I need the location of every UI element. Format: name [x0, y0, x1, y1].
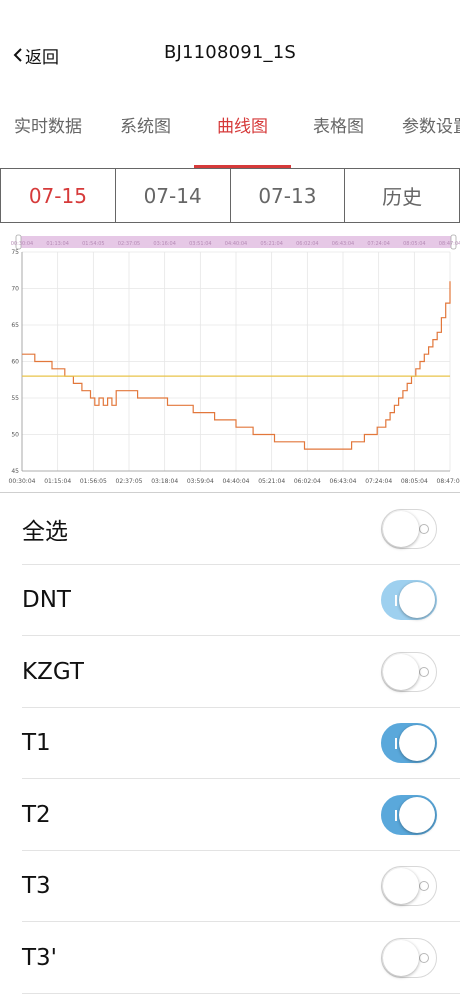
y-tick-label: 45 [11, 468, 19, 475]
tab-system-diagram[interactable]: 系统图 [120, 112, 171, 137]
x-tick-label: 05:21:04 [258, 478, 285, 485]
t3-prime-switch[interactable] [381, 937, 437, 978]
zoom-tick-label: 01:54:05 [82, 241, 104, 247]
switch-knob [399, 582, 435, 619]
switch-knob [399, 725, 435, 762]
x-tick-label: 03:18:04 [151, 478, 178, 485]
switch-knob [383, 510, 419, 547]
zoom-tick-label: 04:40:04 [225, 241, 247, 247]
date-selector: 07-15 07-14 07-13 历史 [0, 168, 460, 223]
on-indicator-icon [395, 738, 397, 750]
y-tick-label: 50 [11, 432, 19, 439]
nav-bar: 返回 BJ1108091_1S [0, 0, 460, 100]
switch-knob [383, 939, 419, 976]
toggle-row-kzgt: KZGT [0, 636, 460, 708]
tab-realtime-data[interactable]: 实时数据 [14, 112, 82, 137]
on-indicator-icon [395, 809, 397, 821]
zoom-tick-label: 03:16:04 [153, 241, 175, 247]
toggle-label: KZGT [22, 658, 84, 685]
tab-parameter-settings[interactable]: 参数设置 [402, 112, 460, 137]
date-option-07-15[interactable]: 07-15 [1, 169, 115, 222]
y-tick-label: 60 [11, 359, 19, 366]
x-tick-label: 08:05:04 [401, 478, 428, 485]
date-option-07-13[interactable]: 07-13 [229, 169, 345, 222]
dnt-switch[interactable] [381, 580, 437, 621]
x-tick-label: 08:47:04 [437, 478, 460, 485]
t3-switch[interactable] [381, 866, 437, 907]
x-tick-label: 00:30:04 [9, 478, 36, 485]
toggle-label: T3 [22, 873, 51, 900]
x-tick-label: 03:59:04 [187, 478, 214, 485]
switch-knob [383, 868, 419, 905]
series-toggle-list: 全选 DNT KZGT T1 T2 T3 T3' [0, 492, 460, 996]
y-tick-label: 70 [11, 286, 19, 293]
select-all-switch[interactable] [381, 508, 437, 549]
off-indicator-icon [419, 666, 429, 677]
y-tick-label: 55 [11, 395, 19, 402]
date-option-history[interactable]: 历史 [344, 169, 459, 222]
toggle-row-select-all: 全选 [0, 493, 460, 565]
zoom-tick-label: 00:30:04 [11, 241, 33, 247]
tab-bar: 实时数据 系统图 曲线图 表格图 参数设置 [0, 100, 460, 168]
toggle-label: T2 [22, 801, 51, 828]
x-tick-label: 02:37:05 [116, 478, 143, 485]
toggle-row-dnt: DNT [0, 565, 460, 636]
toggle-row-t2: T2 [0, 779, 460, 851]
line-chart: 00:30:04 01:13:04 01:54:05 02:37:05 03:16:04… [0, 228, 460, 490]
off-indicator-icon [419, 523, 429, 534]
x-tick-label: 01:56:05 [80, 478, 107, 485]
toggle-row-t1: T1 [0, 708, 460, 779]
toggle-row-t3: T3 [0, 851, 460, 922]
x-tick-label: 01:15:04 [44, 478, 71, 485]
zoom-tick-label: 07:24:04 [367, 241, 389, 247]
switch-knob [399, 796, 435, 833]
y-tick-label: 65 [11, 322, 19, 329]
t2-switch[interactable] [381, 794, 437, 835]
toggle-label: 全选 [22, 518, 68, 545]
off-indicator-icon [419, 881, 429, 892]
chart-canvas: 00:30:04 01:13:04 01:54:05 02:37:05 03:16:04… [9, 234, 460, 485]
x-tick-label: 04:40:04 [223, 478, 250, 485]
zoom-tick-label: 06:43:04 [332, 241, 354, 247]
zoom-tick-label: 03:51:04 [189, 241, 211, 247]
toggle-label: T3' [22, 944, 58, 971]
zoom-tick-label: 08:05:04 [403, 241, 425, 247]
toggle-label: DNT [22, 587, 71, 614]
switch-knob [383, 653, 419, 690]
zoom-tick-label: 01:13:04 [46, 241, 68, 247]
x-tick-label: 06:02:04 [294, 478, 321, 485]
zoom-tick-label: 06:02:04 [296, 241, 318, 247]
x-tick-label: 07:24:04 [365, 478, 392, 485]
toggle-label: T1 [22, 730, 51, 757]
on-indicator-icon [395, 595, 397, 607]
y-tick-label: 75 [11, 249, 19, 256]
tab-curve-chart[interactable]: 曲线图 [217, 112, 268, 137]
t1-switch[interactable] [381, 723, 437, 764]
kzgt-switch[interactable] [381, 651, 437, 692]
tab-table-chart[interactable]: 表格图 [313, 112, 364, 137]
toggle-row-t3-prime: T3' [0, 922, 460, 994]
page-title: BJ1108091_1S [163, 42, 297, 63]
zoom-tick-label: 08:47:04 [439, 241, 460, 247]
date-option-07-14[interactable]: 07-14 [114, 169, 230, 222]
x-tick-label: 06:43:04 [330, 478, 357, 485]
zoom-tick-label: 05:21:04 [260, 241, 282, 247]
zoom-tick-label: 02:37:05 [118, 241, 140, 247]
off-indicator-icon [419, 952, 429, 963]
row-divider [22, 992, 460, 994]
